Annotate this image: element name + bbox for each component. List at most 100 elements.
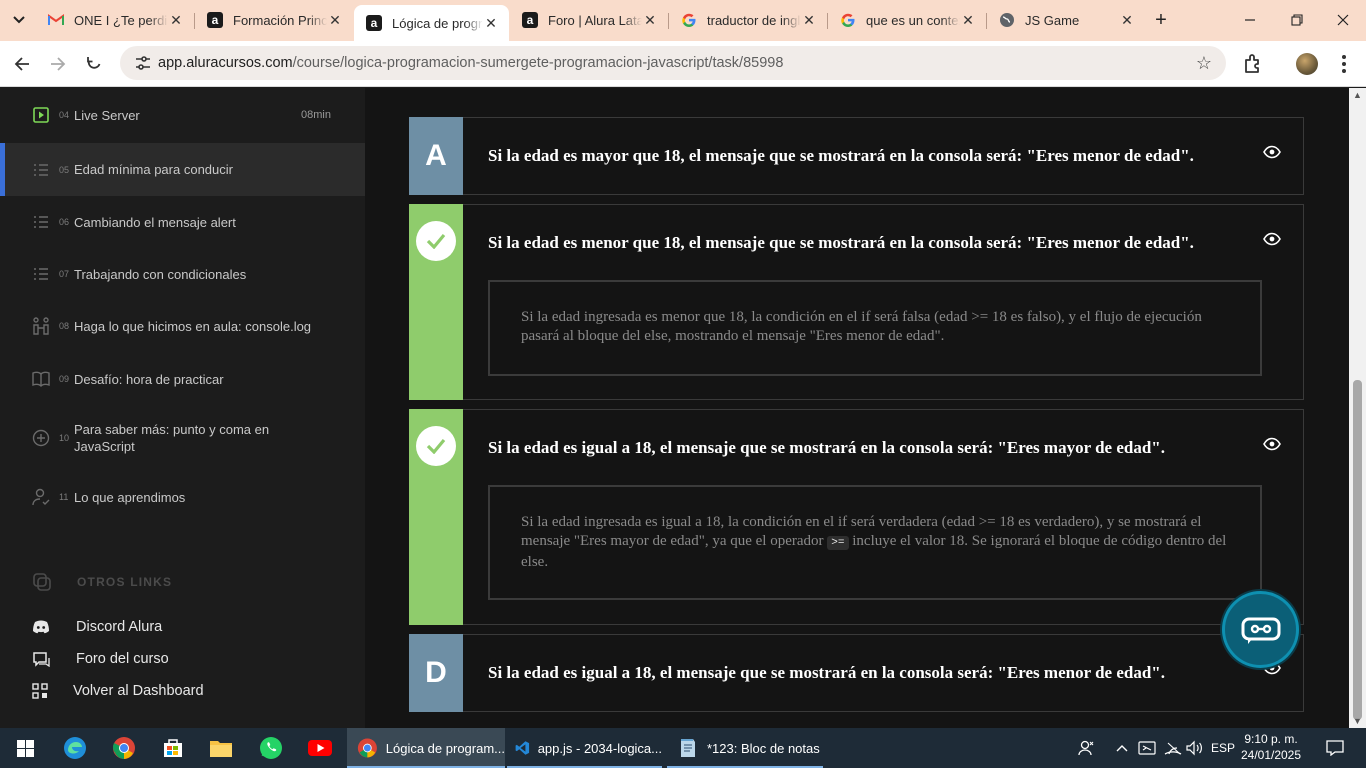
gmail-icon — [48, 12, 64, 28]
url-host: app.aluracursos.com — [158, 55, 293, 71]
close-tab-icon[interactable]: ✕ — [327, 12, 343, 28]
system-clock[interactable]: 9:10 p. m. 24/01/2025 — [1236, 731, 1306, 763]
close-tab-icon[interactable]: ✕ — [960, 12, 976, 28]
people-button[interactable] — [1076, 728, 1098, 768]
reload-button[interactable] — [80, 50, 108, 78]
option-text: Si la edad es igual a 18, el mensaje que… — [488, 663, 1165, 682]
link-label: Volver al Dashboard — [73, 683, 204, 699]
close-window-button[interactable] — [1331, 8, 1355, 32]
restore-button[interactable] — [1285, 8, 1309, 32]
answer-option-d[interactable]: D Si la edad es igual a 18, el mensaje q… — [409, 634, 1304, 712]
close-tab-icon[interactable]: ✕ — [483, 15, 499, 31]
extensions-icon[interactable] — [1242, 52, 1266, 76]
windows-icon — [16, 739, 34, 757]
bookmark-star-icon[interactable]: ☆ — [1196, 53, 1212, 74]
youtube-icon — [308, 740, 332, 756]
wifi-icon[interactable] — [1162, 728, 1184, 768]
answer-option-a[interactable]: A Si la edad es mayor que 18, el mensaje… — [409, 117, 1304, 195]
lesson-label: Desafío: hora de practicar — [74, 371, 224, 387]
inline-code: >= — [827, 536, 849, 550]
eye-icon[interactable] — [1263, 437, 1281, 451]
lesson-item-current[interactable]: 05 Edad mínima para conducir — [0, 143, 365, 196]
lesson-item[interactable]: 04 Live Server 08min — [0, 88, 365, 142]
arrow-left-icon — [14, 57, 29, 71]
minimize-button[interactable] — [1238, 8, 1262, 32]
dashboard-link[interactable]: Volver al Dashboard — [32, 683, 204, 699]
arrow-right-icon — [51, 57, 66, 71]
tab-title: traductor de ingles — [707, 12, 801, 28]
lesson-label: Lo que aprendimos — [74, 489, 186, 505]
taskbar-app-chrome[interactable]: Lógica de program... — [347, 728, 505, 768]
volume-icon[interactable] — [1184, 728, 1206, 768]
answer-option-b[interactable]: Si la edad es menor que 18, el mensaje q… — [409, 204, 1304, 400]
tray-expand-button[interactable] — [1112, 728, 1132, 768]
notifications-button[interactable] — [1320, 728, 1350, 768]
close-tab-icon[interactable]: ✕ — [168, 12, 184, 28]
eye-icon[interactable] — [1263, 145, 1281, 159]
browser-tab[interactable]: ONE I ¿Te perdiste ✕ — [36, 5, 194, 35]
notepad-icon — [681, 739, 695, 757]
eye-icon[interactable] — [1263, 232, 1281, 246]
taskbar-app-notepad[interactable]: *123: Bloc de notas — [667, 728, 823, 768]
close-tab-icon[interactable]: ✕ — [801, 12, 817, 28]
page-scrollbar[interactable]: ▲ ▼ — [1349, 88, 1366, 728]
lesson-item[interactable]: 09 Desafío: hora de practicar — [0, 352, 365, 406]
option-correct-box — [409, 204, 463, 400]
lesson-item[interactable]: 08 Haga lo que hicimos en aula: console.… — [0, 300, 365, 352]
browser-tab[interactable]: a Formación Principia ✕ — [195, 5, 353, 35]
youtube-button[interactable] — [305, 728, 335, 768]
chatbot-button[interactable] — [1222, 591, 1299, 668]
address-bar[interactable]: app.aluracursos.com/course/logica-progra… — [120, 46, 1226, 80]
scroll-down-arrow-icon[interactable]: ▼ — [1353, 716, 1362, 726]
new-tab-button[interactable]: + — [1150, 9, 1172, 31]
discord-link[interactable]: Discord Alura — [32, 619, 162, 635]
answer-option-c[interactable]: Si la edad es igual a 18, el mensaje que… — [409, 409, 1304, 625]
google-icon — [840, 12, 856, 28]
whatsapp-button[interactable] — [256, 728, 286, 768]
option-letter: A — [425, 139, 447, 172]
scroll-up-arrow-icon[interactable]: ▲ — [1353, 90, 1362, 100]
file-explorer-button[interactable] — [206, 728, 236, 768]
language-indicator[interactable]: ESP — [1210, 728, 1236, 768]
browser-tab-active[interactable]: a Lógica de programación ✕ — [354, 5, 509, 41]
forum-link[interactable]: Foro del curso — [32, 651, 169, 667]
link-label: Discord Alura — [76, 619, 163, 635]
edge-button[interactable] — [60, 728, 90, 768]
tab-search-button[interactable] — [6, 8, 32, 32]
start-button[interactable] — [10, 728, 40, 768]
discord-icon — [33, 620, 49, 634]
close-tab-icon[interactable]: ✕ — [642, 12, 658, 28]
lesson-number: 08 — [59, 321, 70, 331]
taskbar-app-label: app.js - 2034-logica... — [537, 740, 662, 756]
network-status-icon[interactable] — [1136, 728, 1158, 768]
browser-menu-button[interactable] — [1334, 52, 1354, 76]
lesson-item[interactable]: 10 Para saber más: punto y coma en JavaS… — [0, 406, 365, 470]
browser-tab[interactable]: JS Game ✕ — [987, 5, 1145, 35]
lesson-item[interactable]: 06 Cambiando el mensaje alert — [0, 196, 365, 248]
store-button[interactable] — [158, 728, 188, 768]
taskbar-app-vscode[interactable]: app.js - 2034-logica... — [507, 728, 662, 768]
lesson-number: 09 — [59, 374, 70, 384]
list-icon — [32, 213, 50, 231]
forward-button[interactable] — [44, 50, 72, 78]
back-button[interactable] — [8, 50, 36, 78]
taskbar-app-label: Lógica de program... — [385, 740, 505, 756]
scrollbar-thumb[interactable] — [1353, 380, 1362, 720]
google-icon — [681, 12, 697, 28]
browser-tab[interactable]: que es un contexto ✕ — [828, 5, 986, 35]
tab-title: ONE I ¿Te perdiste — [74, 12, 168, 28]
list-icon — [32, 161, 50, 179]
browser-tab[interactable]: traductor de ingles ✕ — [669, 5, 827, 35]
lesson-item[interactable]: 07 Trabajando con condicionales — [0, 248, 365, 300]
option-letter-box: A — [409, 117, 463, 195]
site-info-icon[interactable] — [128, 56, 158, 70]
lesson-number: 07 — [59, 269, 70, 279]
browser-tab[interactable]: a Foro | Alura Latam ✕ — [510, 5, 668, 35]
lesson-label: Haga lo que hicimos en aula: console.log — [74, 318, 312, 334]
lesson-item[interactable]: 11 Lo que aprendimos — [0, 470, 365, 524]
close-icon — [1337, 14, 1349, 26]
notification-icon — [1326, 740, 1344, 756]
profile-avatar[interactable] — [1296, 53, 1318, 75]
chrome-taskbar-button[interactable] — [109, 728, 139, 768]
close-tab-icon[interactable]: ✕ — [1119, 12, 1135, 28]
